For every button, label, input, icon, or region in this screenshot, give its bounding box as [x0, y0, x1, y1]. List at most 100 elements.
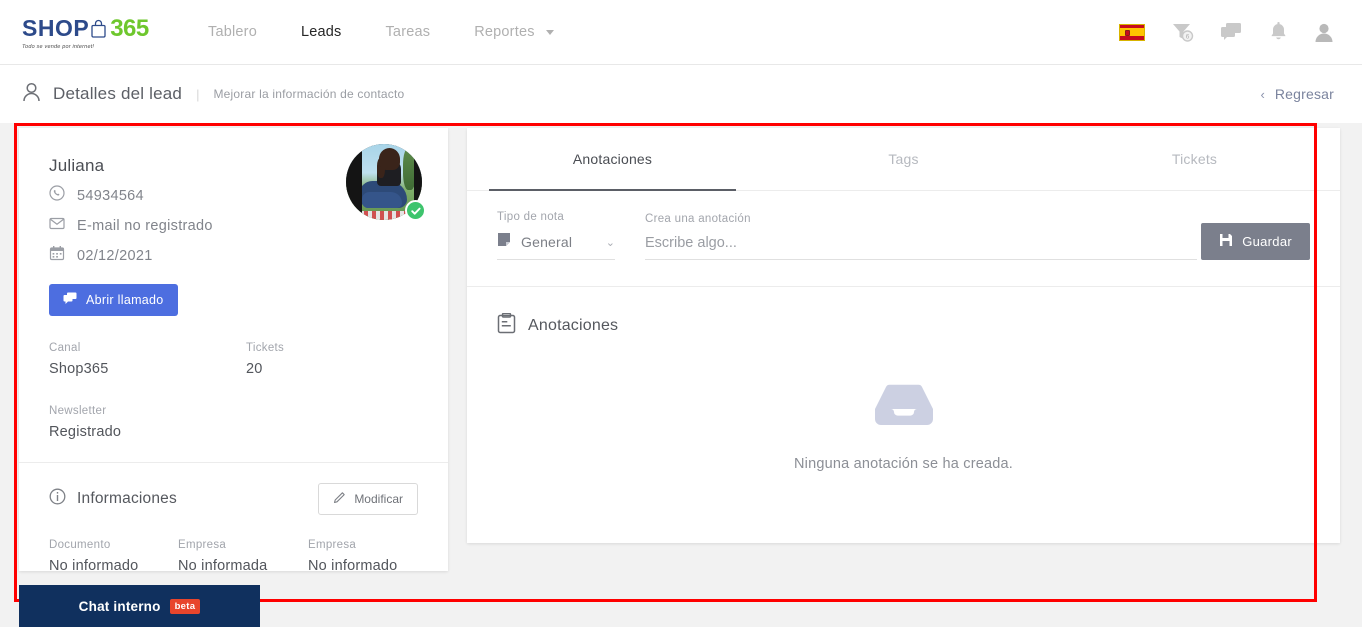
- main-nav-links: Tablero Leads Tareas Reportes: [186, 24, 576, 40]
- field-empresa-1-label: Empresa: [178, 539, 227, 551]
- field-documento: Documento No informado: [49, 539, 178, 574]
- funnel-badge-count: 6: [1186, 34, 1190, 41]
- informaciones-fields: Documento No informado Empresa No inform…: [19, 515, 448, 574]
- open-call-button-label: Abrir llamado: [86, 293, 164, 307]
- chevron-down-icon: ⌄: [605, 236, 615, 249]
- lead-email-value: E-mail no registrado: [77, 217, 213, 234]
- logo-tagline: Todo se vende por internet!: [22, 43, 95, 50]
- nav-item-reportes[interactable]: Reportes: [452, 24, 576, 40]
- field-empresa-2-value: No informado: [308, 558, 398, 574]
- field-tickets: Tickets 20: [246, 342, 284, 377]
- shopping-bag-icon: [90, 19, 107, 38]
- annotations-header: Anotaciones: [497, 312, 1310, 339]
- brand-logo[interactable]: SHOP 365 Todo se vende por internet!: [22, 15, 149, 50]
- tab-tags-label: Tags: [888, 151, 919, 167]
- nav-item-tablero-label: Tablero: [208, 24, 257, 40]
- back-button-label: Regresar: [1274, 86, 1334, 102]
- nav-item-reportes-label: Reportes: [474, 24, 535, 40]
- tab-anotaciones[interactable]: Anotaciones: [467, 128, 758, 191]
- lead-identity-block: Juliana 54934564 E-mail no registrado 02…: [19, 128, 448, 316]
- field-newsletter-value: Registrado: [49, 424, 122, 440]
- field-tickets-value: 20: [246, 361, 263, 377]
- save-note-button[interactable]: Guardar: [1201, 223, 1310, 260]
- user-icon[interactable]: [1314, 22, 1334, 43]
- person-outline-icon: [22, 82, 41, 107]
- funnel-badge-icon[interactable]: 6: [1171, 21, 1194, 43]
- logo-365-text: 365: [110, 14, 149, 42]
- lead-field-row-1: Canal Shop365 Tickets 20: [19, 316, 448, 377]
- field-canal-value: Shop365: [49, 361, 109, 377]
- field-newsletter-label: Newsletter: [49, 405, 107, 417]
- nav-item-tablero[interactable]: Tablero: [186, 24, 279, 40]
- annotations-empty-message: Ninguna anotación se ha creada.: [793, 456, 1014, 472]
- field-newsletter: Newsletter Registrado: [49, 405, 121, 440]
- lead-date-value: 02/12/2021: [77, 247, 153, 264]
- back-button[interactable]: ‹ Regresar: [1260, 86, 1334, 102]
- envelope-icon: [49, 215, 65, 236]
- lead-summary-card: Juliana 54934564 E-mail no registrado 02…: [19, 128, 448, 574]
- open-call-button[interactable]: Abrir llamado: [49, 284, 178, 316]
- annotations-empty-state: Ninguna anotación se ha creada.: [497, 383, 1310, 472]
- create-note-form: Tipo de nota General ⌄ Crea una anotació…: [467, 191, 1340, 287]
- field-tickets-label: Tickets: [246, 342, 285, 354]
- inbox-tray-icon: [873, 383, 935, 434]
- internal-chat-label: Chat interno: [78, 598, 161, 614]
- beta-badge: beta: [169, 598, 201, 614]
- save-disk-icon: [1219, 233, 1233, 250]
- note-text-label: Crea una anotación: [645, 213, 751, 225]
- tab-tags[interactable]: Tags: [758, 128, 1049, 190]
- field-canal-label: Canal: [49, 342, 81, 354]
- page-title: Detalles del lead: [53, 84, 183, 103]
- note-type-select[interactable]: General ⌄: [497, 232, 615, 260]
- annotations-title: Anotaciones: [528, 317, 619, 334]
- field-empresa-2-label: Empresa: [308, 539, 357, 551]
- nav-icon-group: 6: [1119, 21, 1334, 43]
- note-text-group: Crea una anotación: [615, 213, 1197, 260]
- note-type-label: Tipo de nota: [497, 211, 565, 223]
- lead-phone-value: 54934564: [77, 187, 144, 204]
- pencil-icon: [333, 491, 346, 507]
- chevron-down-icon: [545, 29, 554, 35]
- nav-item-tareas-label: Tareas: [385, 24, 431, 40]
- breadcrumb-subtitle: Mejorar la información de contacto: [213, 87, 405, 101]
- field-canal: Canal Shop365: [49, 342, 246, 377]
- breadcrumb-separator: |: [196, 86, 200, 102]
- flag-es-icon[interactable]: [1119, 23, 1145, 41]
- note-type-value: General: [521, 234, 573, 250]
- bell-icon[interactable]: [1269, 21, 1288, 43]
- tab-tickets[interactable]: Tickets: [1049, 128, 1340, 190]
- breadcrumb: Detalles del lead | Mejorar la informaci…: [22, 82, 404, 107]
- field-documento-label: Documento: [49, 539, 111, 551]
- internal-chat-bar[interactable]: Chat interno beta: [19, 585, 260, 627]
- field-documento-value: No informado: [49, 558, 139, 574]
- nav-item-leads-label: Leads: [300, 24, 342, 40]
- informaciones-title: Informaciones: [77, 490, 177, 507]
- field-empresa-1-value: No informada: [178, 558, 268, 574]
- edit-informaciones-button[interactable]: Modificar: [318, 483, 418, 515]
- save-note-button-label: Guardar: [1242, 234, 1292, 249]
- note-text-input[interactable]: [645, 235, 1197, 251]
- nav-item-leads[interactable]: Leads: [279, 24, 364, 40]
- tab-anotaciones-label: Anotaciones: [572, 151, 653, 167]
- logo-shop-text: SHOP: [22, 15, 90, 41]
- note-text-field-wrap: [645, 234, 1197, 260]
- lead-date-row: 02/12/2021: [49, 245, 418, 266]
- calendar-icon: [49, 245, 65, 266]
- edit-informaciones-label: Modificar: [354, 492, 403, 506]
- field-empresa-2: Empresa No informado: [308, 539, 397, 574]
- top-navigation-bar: SHOP 365 Todo se vende por internet! Tab…: [0, 0, 1362, 65]
- lead-field-row-2: Newsletter Registrado: [19, 377, 448, 440]
- lead-activity-panel: Anotaciones Tags Tickets Tipo de nota Ge…: [467, 128, 1340, 543]
- chat-bubble-icon: [63, 292, 77, 308]
- informaciones-header: Informaciones Modificar: [19, 463, 448, 515]
- clipboard-note-icon: [497, 312, 516, 339]
- note-type-group: Tipo de nota General ⌄: [497, 211, 615, 260]
- field-empresa-1: Empresa No informada: [178, 539, 308, 574]
- verified-check-icon: [405, 200, 426, 221]
- panel-tabs: Anotaciones Tags Tickets: [467, 128, 1340, 191]
- whatsapp-icon: [49, 185, 65, 206]
- info-circle-icon: [49, 488, 66, 510]
- note-icon: [497, 232, 511, 252]
- chat-bubbles-icon[interactable]: [1220, 22, 1243, 42]
- nav-item-tareas[interactable]: Tareas: [363, 24, 452, 40]
